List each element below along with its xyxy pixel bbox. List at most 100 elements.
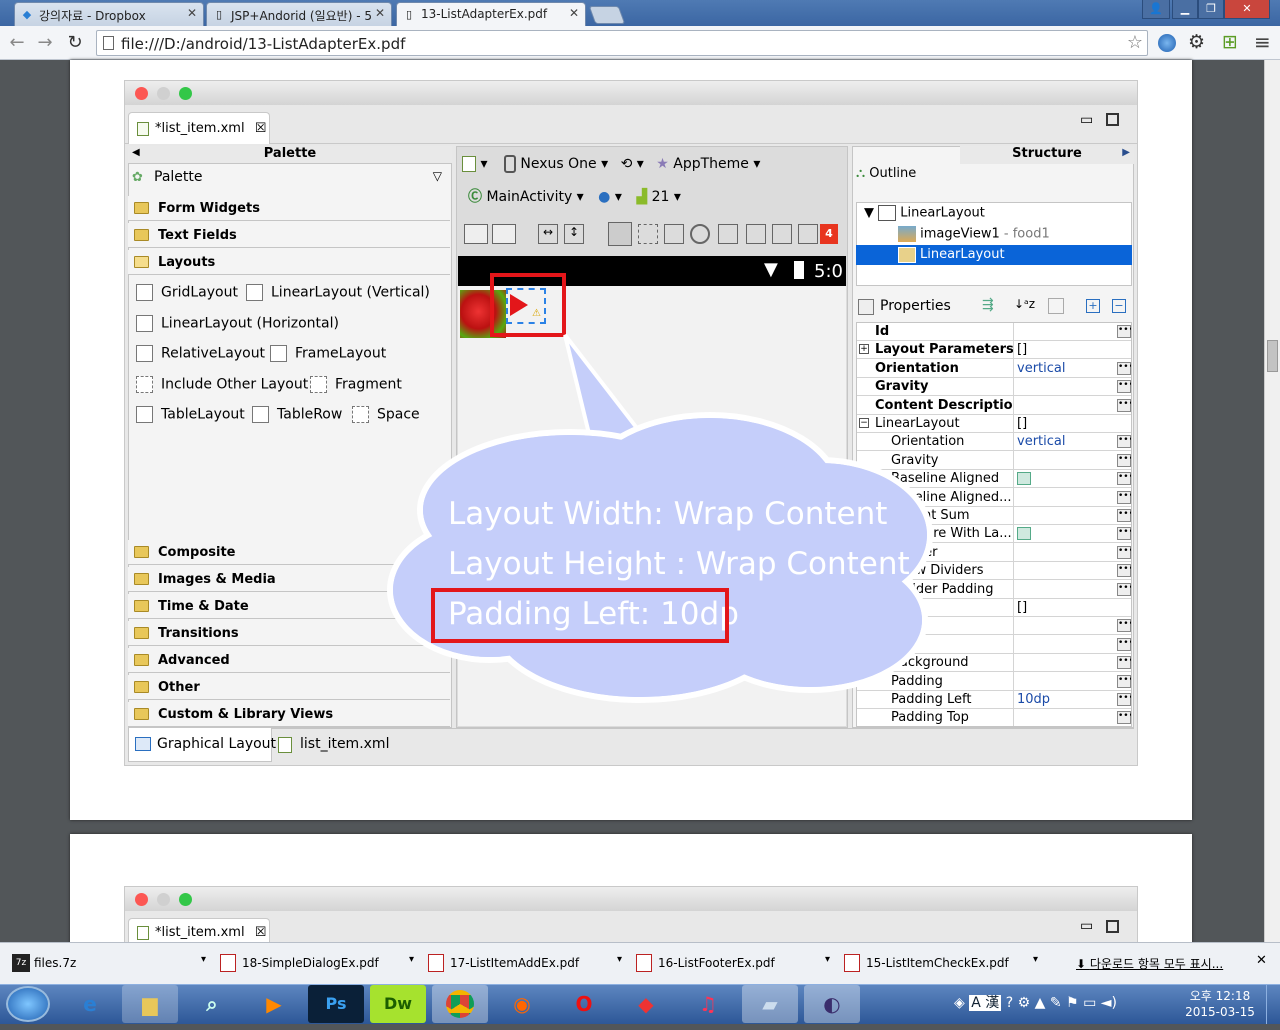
filter-icon[interactable]: ⇶ xyxy=(982,297,994,313)
device-selector[interactable]: Nexus One xyxy=(520,156,596,172)
gear-icon[interactable]: ⚙ xyxy=(1188,31,1205,53)
tab-graphical-layout[interactable]: Graphical Layout xyxy=(128,728,276,762)
ellipsis-button[interactable]: ••• xyxy=(1117,453,1131,467)
expand-icon[interactable]: ▼ xyxy=(864,206,874,221)
download-item-17[interactable]: 17-ListItemAddEx.pdf ▾ xyxy=(420,944,624,984)
palette-item-tablerow[interactable]: TableRow xyxy=(252,406,342,423)
collapse-left-icon[interactable]: ◀ xyxy=(132,147,140,158)
chevron-down-icon[interactable]: ▾ xyxy=(825,954,830,965)
eclipse-icon[interactable]: ◐ xyxy=(804,985,860,1023)
show-hidden-icon[interactable]: ▲ xyxy=(1035,995,1046,1011)
maximize-icon[interactable] xyxy=(1106,920,1119,933)
start-button[interactable] xyxy=(6,986,50,1022)
ellipsis-button[interactable]: ••• xyxy=(1117,582,1131,596)
close-icon[interactable]: ✕ xyxy=(1256,953,1267,968)
settings-icon[interactable]: ⚙ xyxy=(1018,995,1031,1011)
back-icon[interactable]: ← xyxy=(6,32,28,54)
ellipsis-button[interactable]: ••• xyxy=(1117,619,1131,633)
restore-button[interactable]: ❐ xyxy=(1198,0,1224,19)
star-icon[interactable]: ☆ xyxy=(1127,32,1143,53)
category-text-fields[interactable]: Text Fields xyxy=(128,223,450,248)
property-value[interactable]: 10dp xyxy=(1017,692,1050,707)
editor-tab[interactable]: *list_item.xml ☒ xyxy=(128,918,270,942)
close-icon[interactable]: ✕ xyxy=(187,6,197,20)
show-desktop-button[interactable] xyxy=(1266,985,1280,1024)
ellipsis-button[interactable]: ••• xyxy=(1117,711,1131,725)
tab-xml-source[interactable]: list_item.xml xyxy=(278,736,389,753)
property-value[interactable]: [] xyxy=(1017,416,1027,431)
tab-pdf[interactable]: ▯ 13-ListAdapterEx.pdf ✕ xyxy=(396,2,586,26)
minimize-dot[interactable] xyxy=(157,87,170,100)
close-window-button[interactable]: ✕ xyxy=(1224,0,1270,19)
menu-icon[interactable]: ≡ xyxy=(1254,30,1271,54)
download-item-16[interactable]: 16-ListFooterEx.pdf ▾ xyxy=(628,944,832,984)
close-icon[interactable]: ☒ xyxy=(255,121,267,136)
ime-indicator[interactable]: A 漢 xyxy=(969,995,1002,1011)
ellipsis-button[interactable]: ••• xyxy=(1117,693,1131,706)
dreamweaver-icon[interactable]: Dw xyxy=(370,985,426,1023)
minimize-dot[interactable] xyxy=(157,893,170,906)
pen-icon[interactable]: ✎ xyxy=(1050,995,1062,1011)
show-all-downloads-link[interactable]: ⬇ 다운로드 항목 모두 표시... xyxy=(1076,955,1223,972)
locale-globe-icon[interactable]: ● xyxy=(598,189,610,205)
ellipsis-button[interactable]: ••• xyxy=(1117,637,1131,651)
ellipsis-button[interactable]: ••• xyxy=(1117,490,1131,504)
clock[interactable]: 오후 12:18 2015-03-15 xyxy=(1180,988,1260,1020)
flag-icon[interactable]: ⚑ xyxy=(1066,995,1079,1011)
chevron-down-icon[interactable]: ▾ xyxy=(617,954,622,965)
minimize-icon[interactable]: ▭ xyxy=(1080,112,1093,128)
chevron-down-icon[interactable]: ▾ xyxy=(409,954,414,965)
itunes-icon[interactable]: ♫ xyxy=(680,985,736,1023)
user-icon[interactable]: 👤 xyxy=(1142,0,1170,19)
close-dot[interactable] xyxy=(135,87,148,100)
chevron-down-icon[interactable]: ▽ xyxy=(433,169,442,183)
palette-item-linearlayout-horizontal[interactable]: LinearLayout (Horizontal) xyxy=(136,315,339,332)
select-icon[interactable] xyxy=(638,224,658,244)
chevron-down-icon[interactable]: ▾ xyxy=(1033,954,1038,965)
outline-node-imageview[interactable]: imageView1 - food1 xyxy=(898,226,1050,242)
advanced-icon[interactable] xyxy=(1048,298,1064,314)
ellipsis-button[interactable]: ••• xyxy=(1117,527,1131,541)
ie-icon[interactable]: e xyxy=(62,985,118,1023)
firefox-icon[interactable]: ◉ xyxy=(494,985,550,1023)
screenshot-icon[interactable] xyxy=(746,224,766,244)
close-icon[interactable]: ✕ xyxy=(569,6,579,20)
chrome-icon[interactable] xyxy=(432,985,488,1023)
ellipsis-button[interactable]: ••• xyxy=(1117,656,1131,670)
scrollbar[interactable] xyxy=(1264,60,1280,942)
preview-icon[interactable] xyxy=(718,224,738,244)
category-layouts[interactable]: Layouts xyxy=(128,250,450,275)
zoom-dot[interactable] xyxy=(179,87,192,100)
reload-icon[interactable]: ↻ xyxy=(64,32,86,54)
checkbox[interactable] xyxy=(1017,472,1031,486)
api-selector[interactable]: 21 xyxy=(652,189,670,205)
ellipsis-button[interactable]: ••• xyxy=(1117,435,1131,449)
palette-item-include[interactable]: Include Other Layout xyxy=(136,376,308,393)
download-item-15[interactable]: 15-ListItemCheckEx.pdf ▾ xyxy=(836,944,1040,984)
refresh-icon[interactable] xyxy=(772,224,792,244)
scrollbar-thumb[interactable] xyxy=(1267,340,1278,372)
close-icon[interactable]: ☒ xyxy=(255,925,267,940)
maximize-icon[interactable] xyxy=(1106,113,1119,126)
activity-selector[interactable]: MainActivity xyxy=(486,189,572,205)
chevron-down-icon[interactable]: ▾ xyxy=(201,954,206,965)
warning-count-badge[interactable]: 4 xyxy=(820,224,838,244)
close-icon[interactable]: ✕ xyxy=(375,6,385,20)
ellipsis-button[interactable]: ••• xyxy=(1117,361,1131,375)
sort-icon[interactable]: ↓ᵃz xyxy=(1014,297,1035,311)
collapse-right-icon[interactable]: ▶ xyxy=(1122,147,1130,158)
layout-toggle-icon[interactable] xyxy=(464,224,488,244)
lint-icon[interactable] xyxy=(798,224,818,244)
ellipsis-button[interactable]: ••• xyxy=(1117,545,1131,559)
network-icon[interactable]: ◈ xyxy=(954,995,965,1011)
tab-dropbox[interactable]: ◆ 강의자료 - Dropbox ✕ xyxy=(14,2,204,26)
palette-item-framelayout[interactable]: FrameLayout xyxy=(270,345,386,362)
property-value[interactable]: vertical xyxy=(1017,361,1065,376)
palette-item-tablelayout[interactable]: TableLayout xyxy=(136,406,245,423)
app-window-icon[interactable]: ▰ xyxy=(742,985,798,1023)
download-item-files[interactable]: 7z files.7z ▾ xyxy=(4,944,208,984)
ellipsis-button[interactable]: ••• xyxy=(1117,380,1131,394)
ellipsis-button[interactable]: ••• xyxy=(1117,564,1131,578)
ellipsis-button[interactable]: ••• xyxy=(1117,325,1131,338)
toggle-icon[interactable] xyxy=(608,222,632,246)
